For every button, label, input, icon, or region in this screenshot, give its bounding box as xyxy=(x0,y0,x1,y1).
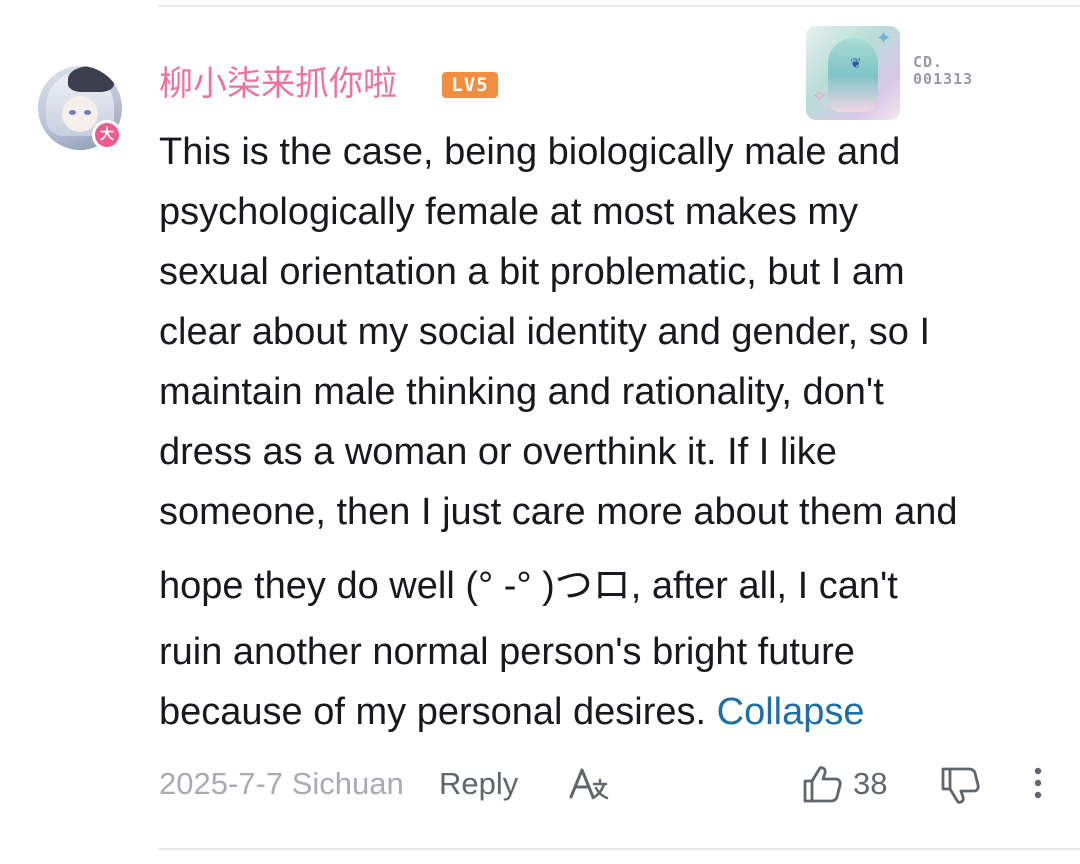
reply-button[interactable]: Reply xyxy=(439,762,518,806)
avatar-badge: 大 xyxy=(92,120,122,150)
decoration-card-code: CD. 001313 xyxy=(913,53,974,88)
more-vertical-icon[interactable] xyxy=(1025,762,1051,806)
sparkle-icon: ✦ xyxy=(876,28,892,49)
like-count: 38 xyxy=(853,766,888,801)
comment-line: someone, then I just care more about the… xyxy=(159,491,958,533)
comment-line: psychologically female at most makes my xyxy=(159,191,859,233)
comment-line: hope they do well (° -° )つロ, after all, … xyxy=(159,565,898,607)
top-divider xyxy=(158,5,1080,7)
username[interactable]: 柳小柒来抓你啦 xyxy=(159,62,397,106)
thumbs-up-icon xyxy=(803,766,842,803)
comment-line-text: because of my personal desires. xyxy=(159,691,707,733)
comment-line: ruin another normal person's bright futu… xyxy=(159,631,855,673)
thumbs-down-icon[interactable] xyxy=(939,764,981,806)
bottom-divider xyxy=(158,848,1080,850)
comment-line: sexual orientation a bit problematic, bu… xyxy=(159,251,905,293)
comment-line: maintain male thinking and rationality, … xyxy=(159,371,884,413)
comment-line: dress as a woman or overthink it. If I l… xyxy=(159,431,837,473)
comment-line: clear about my social identity and gende… xyxy=(159,311,931,353)
sparkle-icon: ✧ xyxy=(812,86,828,107)
decoration-card-image[interactable]: ✦ ✧ ❦ xyxy=(806,26,900,120)
comment-text: This is the case, being biologically mal… xyxy=(159,122,1059,742)
date-location: 2025-7-7 Sichuan xyxy=(159,766,404,801)
like-button[interactable]: 38 xyxy=(801,762,901,806)
comment-line-last: because of my personal desires. Collapse xyxy=(159,682,1059,742)
butterfly-icon: ❦ xyxy=(850,56,862,72)
comment-line: This is the case, being biologically mal… xyxy=(159,131,901,173)
collapse-link[interactable]: Collapse xyxy=(717,691,865,733)
level-badge: LV5 xyxy=(442,72,498,98)
translate-icon[interactable] xyxy=(565,764,611,804)
comment-footer: 2025-7-7 Sichuan Reply 38 xyxy=(159,762,1059,806)
